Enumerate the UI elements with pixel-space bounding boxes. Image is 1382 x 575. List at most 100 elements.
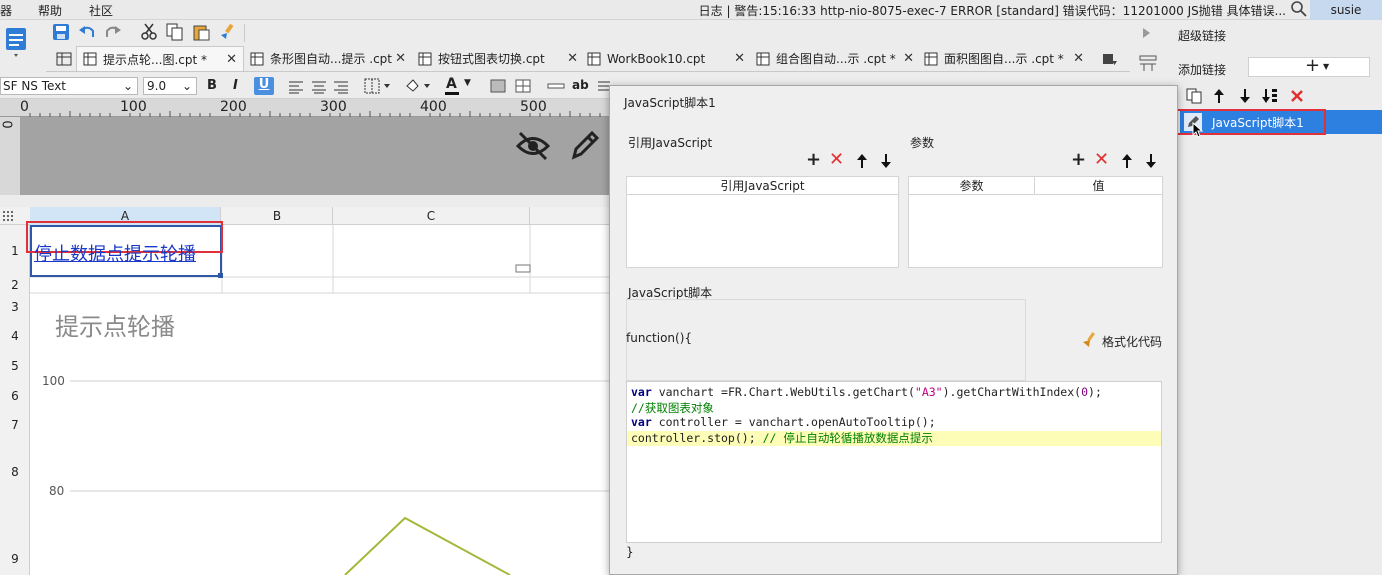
tab-file-5[interactable]: 组合图自动...示 .cpt * ✕	[756, 46, 914, 71]
move-down-icon[interactable]	[1145, 153, 1157, 169]
cell-a1-hyperlink[interactable]: 停止数据点提示轮播	[34, 240, 196, 266]
border-icon[interactable]	[364, 78, 392, 94]
row-header[interactable]: 7	[0, 418, 30, 432]
align-right-icon[interactable]	[333, 80, 349, 94]
row-header[interactable]: 2	[0, 278, 30, 292]
tab-close-icon[interactable]: ✕	[226, 52, 237, 67]
column-header-c[interactable]: C	[333, 207, 530, 225]
text-color-button[interactable]: A ▼	[444, 76, 474, 96]
split-cells-icon[interactable]	[515, 79, 531, 93]
value-column-header: 值	[1035, 177, 1162, 195]
add-ref-js-icon[interactable]: +	[806, 149, 821, 170]
move-down-icon[interactable]	[880, 153, 892, 169]
report-file-icon	[418, 52, 432, 65]
tab-list-icon[interactable]	[1102, 52, 1118, 66]
copy-icon[interactable]	[166, 23, 184, 41]
sort-icon[interactable]	[1262, 88, 1280, 104]
paste-icon[interactable]	[192, 23, 210, 41]
row-header[interactable]: 8	[0, 465, 30, 479]
eye-hidden-icon[interactable]	[516, 129, 552, 163]
text-wrap-button[interactable]: ab	[572, 78, 589, 92]
menu-item-community[interactable]: 社区	[89, 2, 113, 19]
fill-color-icon[interactable]	[404, 78, 432, 94]
row-header[interactable]: 9	[0, 552, 30, 566]
template-icon[interactable]	[4, 26, 34, 58]
insert-line-icon[interactable]	[547, 79, 565, 93]
row-header[interactable]: 3	[0, 300, 30, 314]
params-table[interactable]: 参数 值	[908, 176, 1163, 268]
tab-close-icon[interactable]: ✕	[734, 51, 745, 66]
move-up-icon[interactable]	[1212, 88, 1226, 104]
y-axis-label: 80	[49, 484, 65, 498]
code-line-2: //获取图表对象	[631, 401, 714, 415]
italic-button[interactable]: I	[233, 78, 238, 93]
ref-js-table[interactable]: 引用JavaScript	[626, 176, 899, 268]
tab-file-1[interactable]: 提示点轮...图.cpt * ✕	[76, 46, 244, 71]
menu-item-help[interactable]: 帮助	[38, 2, 62, 19]
select-all-icon[interactable]	[3, 211, 15, 221]
edit-pencil-icon[interactable]	[568, 129, 600, 163]
delete-ref-js-icon[interactable]: ✕	[829, 149, 844, 170]
ref-js-column-header: 引用JavaScript	[627, 177, 898, 195]
y-axis-label: 100	[42, 374, 65, 388]
grid-view-icon[interactable]	[56, 52, 72, 66]
code-line-4: controller.stop(); // 停止自动轮循播放数据点提示	[631, 431, 933, 445]
chart-series-line	[344, 516, 511, 575]
save-icon[interactable]	[52, 23, 70, 41]
tab-close-icon[interactable]: ✕	[395, 51, 406, 66]
row-header[interactable]: 6	[0, 389, 30, 403]
tab-label: 提示点轮...图.cpt *	[103, 52, 207, 67]
cut-icon[interactable]	[140, 23, 158, 41]
redo-icon[interactable]	[104, 23, 122, 41]
format-painter-icon[interactable]	[218, 23, 236, 41]
user-account[interactable]: susie	[1310, 0, 1382, 20]
spreadsheet-grid[interactable]	[30, 225, 612, 575]
add-param-icon[interactable]: +	[1071, 149, 1086, 170]
tab-label: 条形图自动...提示 .cpt	[270, 52, 392, 66]
collapse-arrow-icon[interactable]	[1140, 26, 1152, 40]
text-color-label: A	[446, 76, 457, 92]
menu-bar: 器 帮助 社区 日志 | 警告:15:16:33 http-nio-8075-e…	[0, 0, 1382, 20]
align-left-icon[interactable]	[288, 80, 304, 94]
tab-file-2[interactable]: 条形图自动...提示 .cpt ✕	[250, 46, 406, 71]
mouse-cursor-icon	[1192, 122, 1204, 138]
move-up-icon[interactable]	[1121, 153, 1133, 169]
menu-item-device[interactable]: 器	[0, 2, 12, 19]
move-up-icon[interactable]	[856, 153, 868, 169]
delete-icon[interactable]	[1290, 89, 1304, 103]
tab-close-icon[interactable]: ✕	[567, 51, 578, 66]
vertical-ruler: 0	[0, 117, 20, 195]
copy-icon[interactable]	[1186, 88, 1202, 104]
add-link-dropdown[interactable]: + ▼	[1248, 55, 1370, 77]
tab-close-icon[interactable]: ✕	[903, 51, 914, 66]
move-down-icon[interactable]	[1238, 88, 1252, 104]
code-editor[interactable]: var vanchart =FR.Chart.WebUtils.getChart…	[626, 381, 1162, 543]
row-header[interactable]: 5	[0, 359, 30, 373]
status-log-text[interactable]: 日志 | 警告:15:16:33 http-nio-8075-exec-7 ER…	[699, 2, 1286, 19]
bold-button[interactable]: B	[207, 78, 217, 93]
merge-cells-icon[interactable]	[490, 79, 506, 93]
tab-file-3[interactable]: 按钮式图表切换.cpt ✕	[418, 46, 578, 71]
function-open-text: function(){	[626, 331, 693, 345]
horizontal-ruler: 0 100 200 300 400 500	[0, 99, 612, 117]
code-line-1: var vanchart =FR.Chart.WebUtils.getChart…	[631, 385, 1102, 399]
font-family-select[interactable]: SF NS Text ⌄	[0, 77, 138, 95]
align-center-icon[interactable]	[311, 80, 327, 94]
search-icon[interactable]	[1290, 0, 1308, 18]
format-code-label: 格式化代码	[1102, 335, 1163, 349]
resize-handle-icon[interactable]	[515, 264, 531, 273]
tab-file-6[interactable]: 面积图图自...示 .cpt * ✕	[924, 46, 1084, 71]
column-header-b[interactable]: B	[222, 207, 333, 225]
delete-param-icon[interactable]: ✕	[1094, 149, 1109, 170]
tab-file-4[interactable]: WorkBook10.cpt ✕	[587, 46, 745, 71]
params-label: 参数	[910, 136, 935, 150]
tab-close-icon[interactable]: ✕	[1073, 51, 1084, 66]
font-size-select[interactable]: 9.0 ⌄	[143, 77, 197, 95]
tab-label: 组合图自动...示 .cpt *	[776, 52, 896, 66]
widget-settings-icon[interactable]	[1138, 54, 1158, 72]
chevron-down-icon: ⌄	[181, 79, 192, 93]
underline-button[interactable]: U	[254, 77, 274, 95]
row-header[interactable]: 4	[0, 329, 30, 343]
undo-icon[interactable]	[78, 23, 96, 41]
javascript-dialog: JavaScript脚本1 引用JavaScript 参数 + ✕ + ✕ 引用…	[609, 85, 1178, 575]
